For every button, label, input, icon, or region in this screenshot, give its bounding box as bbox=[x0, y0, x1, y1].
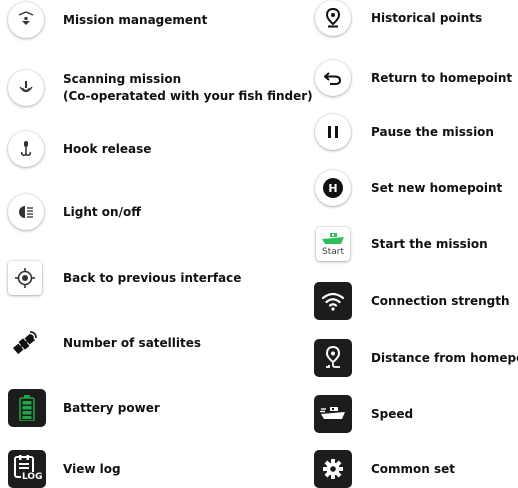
legend-item-pause-mission: Pause the mission bbox=[315, 114, 494, 150]
legend-label: Distance from homepoint bbox=[371, 351, 518, 365]
legend-label: Pause the mission bbox=[371, 125, 494, 139]
legend-label: Battery power bbox=[63, 401, 160, 415]
legend-label: Return to homepoint bbox=[371, 71, 513, 85]
legend-item-connection: Connection strength bbox=[314, 282, 510, 320]
legend-item-historical-points: Historical points bbox=[315, 0, 482, 36]
speed-boat-icon bbox=[314, 395, 352, 433]
start-label: Start bbox=[322, 246, 344, 257]
legend-item-battery: Battery power bbox=[8, 389, 160, 427]
legend-item-view-log: LOG View log bbox=[8, 450, 121, 488]
distance-pin-icon bbox=[314, 339, 352, 377]
legend-item-mission-management: Mission management bbox=[8, 2, 207, 38]
legend-label: Set new homepoint bbox=[371, 181, 503, 195]
log-icon-text: LOG bbox=[21, 472, 44, 482]
legend-item-return-homepoint: Return to homepoint bbox=[315, 60, 512, 96]
hook-release-icon bbox=[8, 131, 44, 167]
gear-icon bbox=[314, 450, 352, 488]
legend-label: Back to previous interface bbox=[63, 271, 242, 285]
legend-label: Number of satellites bbox=[63, 336, 202, 350]
legend-label: Hook release bbox=[63, 142, 152, 156]
legend-item-common-set: Common set bbox=[314, 450, 455, 488]
legend-label: Start the mission bbox=[371, 237, 488, 251]
legend-label: Speed bbox=[371, 407, 414, 421]
wifi-icon bbox=[314, 282, 352, 320]
homepoint-h-icon: H bbox=[315, 170, 351, 206]
mission-management-icon bbox=[8, 2, 44, 38]
legend-label-note: (Co-operatated with your fish finder) bbox=[63, 89, 313, 103]
log-icon: LOG bbox=[8, 450, 46, 488]
legend-label: Connection strength bbox=[371, 294, 510, 308]
legend-label: Light on/off bbox=[63, 205, 141, 219]
target-icon bbox=[8, 261, 42, 295]
legend-item-scanning-mission: Scanning mission (Co-operatated with you… bbox=[8, 70, 313, 106]
legend-item-back-previous: Back to previous interface bbox=[8, 261, 241, 295]
location-pin-icon bbox=[315, 0, 351, 36]
legend-label: Historical points bbox=[371, 11, 483, 25]
legend-item-distance: Distance from homepoint bbox=[314, 339, 518, 377]
legend-item-speed: Speed bbox=[314, 395, 413, 433]
return-arrow-icon bbox=[315, 60, 351, 96]
legend-item-set-homepoint: H Set new homepoint bbox=[315, 170, 502, 206]
legend-item-hook-release: Hook release bbox=[8, 131, 151, 167]
legend-label: Mission management bbox=[63, 13, 208, 27]
boat-start-icon: Start bbox=[316, 227, 350, 261]
legend-item-light: Light on/off bbox=[8, 194, 141, 230]
legend-item-satellites: Number of satellites bbox=[8, 326, 201, 360]
satellite-icon bbox=[8, 326, 42, 360]
legend-item-start-mission: Start Start the mission bbox=[316, 227, 488, 261]
legend-label: Scanning mission bbox=[63, 72, 182, 86]
pause-icon bbox=[315, 114, 351, 150]
battery-icon bbox=[8, 389, 46, 427]
light-icon bbox=[8, 194, 44, 230]
legend-label: View log bbox=[63, 462, 121, 476]
scanning-mission-icon bbox=[8, 70, 44, 106]
homepoint-h-glyph: H bbox=[323, 178, 343, 198]
legend-label: Common set bbox=[371, 462, 456, 476]
